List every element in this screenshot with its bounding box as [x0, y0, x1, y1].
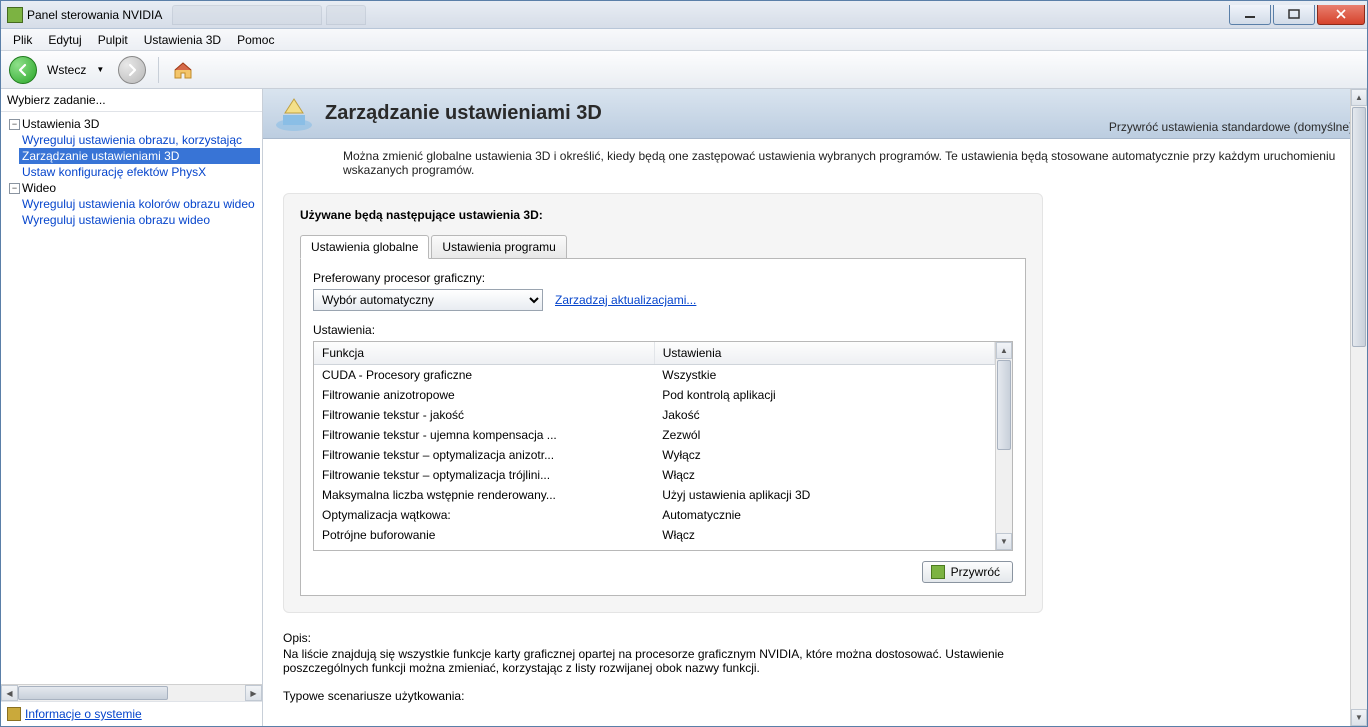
menu-edit[interactable]: Edytuj	[40, 31, 89, 49]
settings-table[interactable]: Funkcja Ustawienia CUDA - Procesory graf…	[314, 342, 995, 550]
sidebar: Wybierz zadanie... − Ustawienia 3D Wyreg…	[1, 89, 263, 726]
body: Wybierz zadanie... − Ustawienia 3D Wyreg…	[1, 89, 1367, 726]
back-label: Wstecz	[47, 63, 86, 77]
footer-description: Opis: Na liście znajdują się wszystkie f…	[283, 631, 1023, 703]
sidebar-header: Wybierz zadanie...	[1, 89, 262, 112]
menubar: Plik Edytuj Pulpit Ustawienia 3D Pomoc	[1, 29, 1367, 51]
restore-defaults-link[interactable]: Przywróć ustawienia standardowe (domyśln…	[1109, 120, 1353, 134]
gpu-select[interactable]: Wybór automatyczny	[313, 289, 543, 311]
tab-program-settings[interactable]: Ustawienia programu	[431, 235, 566, 259]
table-row: Filtrowanie tekstur - ujemna kompensacja…	[314, 425, 995, 445]
desc-body: Na liście znajdują się wszystkie funkcje…	[283, 647, 1023, 675]
background-tab	[172, 5, 322, 25]
table-row: Przyspieszenie wieloekranowe/różne proc.…	[314, 545, 995, 550]
tree-group-3d[interactable]: − Ustawienia 3D	[3, 116, 260, 132]
menu-help[interactable]: Pomoc	[229, 31, 282, 49]
tree-item-physx[interactable]: Ustaw konfigurację efektów PhysX	[19, 164, 260, 180]
tabstrip: Ustawienia globalne Ustawienia programu	[300, 234, 1026, 259]
scroll-up-icon[interactable]: ▲	[1351, 89, 1367, 106]
menu-file[interactable]: Plik	[5, 31, 40, 49]
window-controls	[1227, 5, 1365, 25]
tree-group-video[interactable]: − Wideo	[3, 180, 260, 196]
content-area: Zarządzanie ustawieniami 3D Przywróć ust…	[263, 89, 1367, 726]
desc-label: Opis:	[283, 631, 1023, 645]
nvidia-icon	[931, 565, 945, 579]
table-row: Filtrowanie tekstur - jakośćJakość	[314, 405, 995, 425]
background-tab	[326, 5, 366, 25]
forward-button[interactable]	[118, 56, 146, 84]
settings-label: Ustawienia:	[313, 323, 1013, 337]
scroll-thumb[interactable]	[997, 360, 1011, 450]
scroll-down-icon[interactable]: ▼	[1351, 709, 1367, 726]
col-setting[interactable]: Ustawienia	[654, 342, 994, 365]
maximize-button[interactable]	[1273, 5, 1315, 25]
home-button[interactable]	[171, 58, 195, 82]
scroll-right-icon[interactable]: ▶	[245, 685, 262, 701]
restore-button-label: Przywróć	[951, 565, 1000, 579]
tree-item-video-image[interactable]: Wyreguluj ustawienia obrazu wideo	[19, 212, 260, 228]
scroll-up-icon[interactable]: ▲	[996, 342, 1012, 359]
table-row: CUDA - Procesory graficzneWszystkie	[314, 365, 995, 386]
tab-global-settings[interactable]: Ustawienia globalne	[300, 235, 429, 259]
app-window: Panel sterowania NVIDIA Plik Edytuj Pulp…	[0, 0, 1368, 727]
collapse-icon[interactable]: −	[9, 183, 20, 194]
background-tabs	[172, 5, 1227, 25]
table-row: Filtrowanie tekstur – optymalizacja aniz…	[314, 445, 995, 465]
page-header: Zarządzanie ustawieniami 3D Przywróć ust…	[263, 89, 1367, 139]
back-button[interactable]	[9, 56, 37, 84]
scroll-thumb[interactable]	[18, 686, 168, 700]
tree-item-manage-3d[interactable]: Zarządzanie ustawieniami 3D	[19, 148, 260, 164]
toolbar-separator	[158, 57, 159, 83]
nvidia-app-icon	[7, 7, 23, 23]
col-feature[interactable]: Funkcja	[314, 342, 654, 365]
page-description: Można zmienić globalne ustawienia 3D i o…	[263, 139, 1367, 187]
gpu-label: Preferowany procesor graficzny:	[313, 271, 1013, 285]
page-title: Zarządzanie ustawieniami 3D	[325, 102, 602, 125]
manage-updates-link[interactable]: Zarzadzaj aktualizacjami...	[555, 293, 696, 307]
scroll-down-icon[interactable]: ▼	[996, 533, 1012, 550]
close-button[interactable]	[1317, 5, 1365, 25]
sidebar-h-scrollbar[interactable]: ◀ ▶	[1, 684, 262, 701]
system-info-icon	[7, 707, 21, 721]
scroll-left-icon[interactable]: ◀	[1, 685, 18, 701]
tree-item-adjust-image[interactable]: Wyreguluj ustawienia obrazu, korzystając	[19, 132, 260, 148]
collapse-icon[interactable]: −	[9, 119, 20, 130]
toolbar: Wstecz ▼	[1, 51, 1367, 89]
settings-panel: Używane będą następujące ustawienia 3D: …	[283, 193, 1043, 613]
menu-settings-3d[interactable]: Ustawienia 3D	[136, 31, 229, 49]
table-row: Potrójne buforowanieWłącz	[314, 525, 995, 545]
titlebar: Panel sterowania NVIDIA	[1, 1, 1367, 29]
system-info-link[interactable]: Informacje o systemie	[25, 707, 142, 721]
task-tree: − Ustawienia 3D Wyreguluj ustawienia obr…	[1, 112, 262, 684]
table-row: Optymalizacja wątkowa:Automatycznie	[314, 505, 995, 525]
scenarios-label: Typowe scenariusze użytkowania:	[283, 689, 1023, 703]
tree-group-label: Wideo	[22, 181, 56, 195]
menu-desktop[interactable]: Pulpit	[90, 31, 136, 49]
table-v-scrollbar[interactable]: ▲ ▼	[995, 342, 1012, 550]
page-header-icon	[273, 95, 315, 133]
table-row: Maksymalna liczba wstępnie renderowany..…	[314, 485, 995, 505]
panel-title: Używane będą następujące ustawienia 3D:	[300, 208, 1026, 222]
content-v-scrollbar[interactable]: ▲ ▼	[1350, 89, 1367, 726]
back-dropdown-icon[interactable]: ▼	[96, 65, 104, 74]
restore-button[interactable]: Przywróć	[922, 561, 1013, 583]
table-row: Filtrowanie tekstur – optymalizacja trój…	[314, 465, 995, 485]
tab-panel-global: Preferowany procesor graficzny: Wybór au…	[300, 258, 1026, 596]
minimize-button[interactable]	[1229, 5, 1271, 25]
scroll-thumb[interactable]	[1352, 107, 1366, 347]
table-row: Filtrowanie anizotropowePod kontrolą apl…	[314, 385, 995, 405]
system-info-row: Informacje o systemie	[1, 701, 262, 726]
window-title: Panel sterowania NVIDIA	[27, 8, 172, 22]
settings-table-container: Funkcja Ustawienia CUDA - Procesory graf…	[313, 341, 1013, 551]
tree-group-label: Ustawienia 3D	[22, 117, 99, 131]
tree-item-video-color[interactable]: Wyreguluj ustawienia kolorów obrazu wide…	[19, 196, 260, 212]
